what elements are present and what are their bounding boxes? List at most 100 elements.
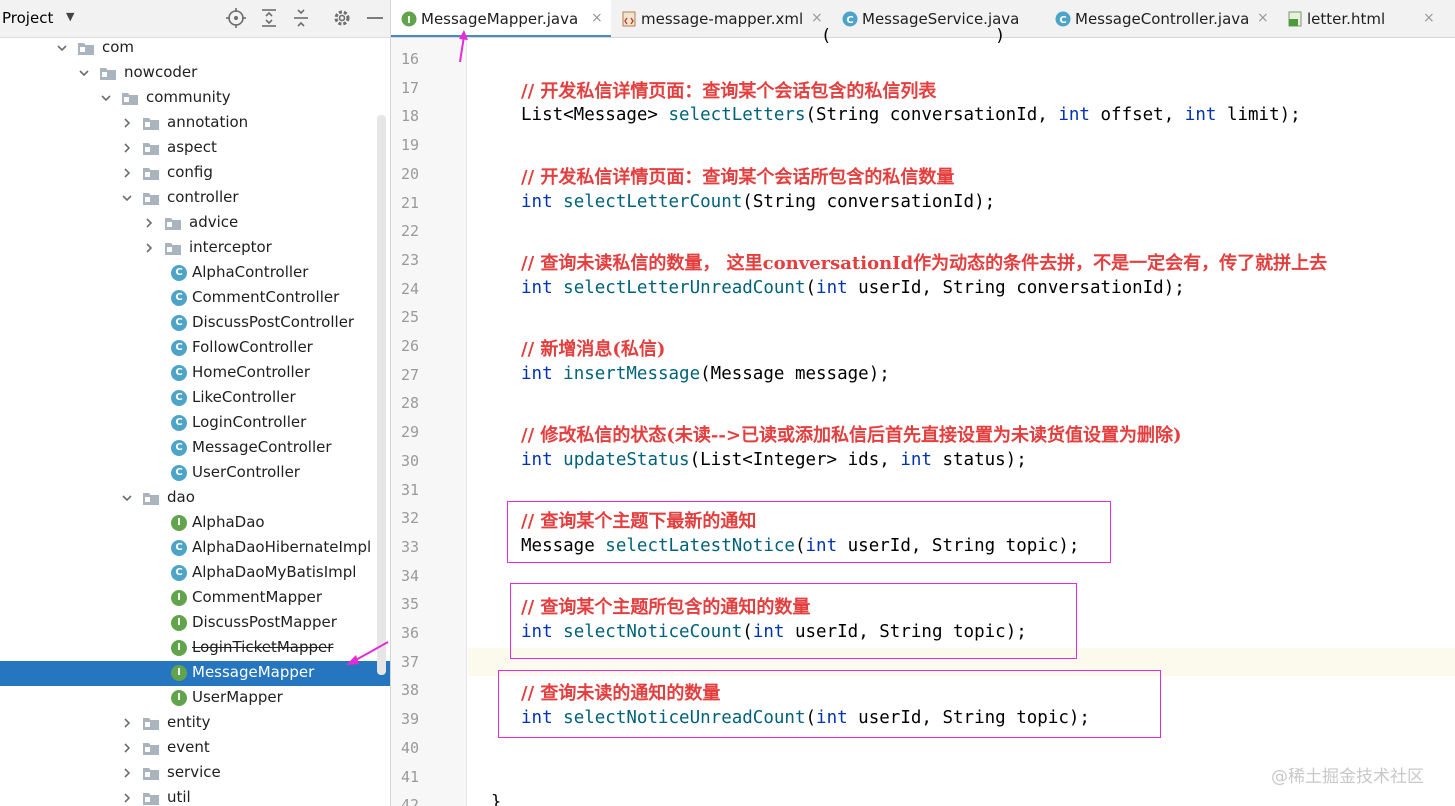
- package-folder-icon: [143, 193, 159, 205]
- chevron-down-icon[interactable]: [99, 91, 113, 105]
- code-comment-line-23[interactable]: // 查询未读私信的数量， 这里conversationId作为动态的条件去拼，…: [521, 249, 1327, 275]
- chevron-right-icon[interactable]: [120, 791, 134, 805]
- close-icon[interactable]: ×: [1257, 10, 1269, 26]
- line-number: 26: [400, 337, 419, 355]
- code-line-24[interactable]: int selectLetterUnreadCount(int userId, …: [521, 278, 1185, 298]
- code-line-21[interactable]: int selectLetterCount(String conversatio…: [521, 192, 995, 212]
- tab-letter-html[interactable]: letter.html ×: [1277, 0, 1437, 37]
- tree-item-messagecontroller[interactable]: C MessageController: [0, 436, 390, 461]
- chevron-right-icon[interactable]: [120, 116, 134, 130]
- chevron-right-icon[interactable]: [120, 766, 134, 780]
- tree-item-commentcontroller[interactable]: C CommentController: [0, 286, 390, 311]
- tree-item-commentmapper[interactable]: I CommentMapper: [0, 586, 390, 611]
- class-icon: C: [171, 390, 187, 406]
- locate-target-icon[interactable]: [225, 7, 247, 29]
- code-token: status);: [931, 449, 1027, 470]
- tree-item-label: UserController: [192, 463, 300, 481]
- tree-item-community[interactable]: community: [0, 86, 390, 111]
- tree-item-label: interceptor: [189, 238, 272, 256]
- code-line-30[interactable]: int updateStatus(List<Integer> ids, int …: [521, 450, 1027, 470]
- close-icon[interactable]: ×: [811, 10, 823, 26]
- code-editor: I MessageMapper.java × message-mapper.xml × C…: [391, 0, 1455, 806]
- tree-item-alphadaomybatisimpl[interactable]: C AlphaDaoMyBatisImpl: [0, 561, 390, 586]
- tree-item-followcontroller[interactable]: C FollowController: [0, 336, 390, 361]
- tree-item-label: com: [102, 38, 135, 56]
- tree-item-util[interactable]: util: [0, 786, 390, 806]
- code-comment-line-20[interactable]: // 开发私信详情页面：查询某个会话所包含的私信数量: [521, 163, 954, 189]
- keyword-token: int: [1184, 105, 1217, 126]
- tree-item-controller[interactable]: controller: [0, 186, 390, 211]
- tree-item-loginticketmapper[interactable]: I LoginTicketMapper: [0, 636, 390, 661]
- package-folder-icon: [143, 743, 159, 755]
- tree-item-label: LoginTicketMapper: [192, 638, 334, 656]
- tree-item-dao[interactable]: dao: [0, 486, 390, 511]
- code-line-18[interactable]: List<Message> selectLetters(String conve…: [521, 105, 1301, 125]
- tree-item-com[interactable]: com: [0, 36, 390, 61]
- tree-item-event[interactable]: event: [0, 736, 390, 761]
- tab-messagemapper-java[interactable]: I MessageMapper.java ×: [391, 0, 611, 37]
- close-icon[interactable]: ×: [591, 10, 603, 26]
- line-number: 35: [400, 595, 419, 614]
- tree-item-alphacontroller[interactable]: C AlphaController: [0, 261, 390, 286]
- chevron-down-icon[interactable]: [120, 191, 134, 205]
- minimize-icon[interactable]: [364, 7, 386, 29]
- tree-item-discusspostcontroller[interactable]: C DiscussPostController: [0, 311, 390, 336]
- expand-all-icon[interactable]: [258, 7, 280, 29]
- class-icon: C: [171, 565, 187, 581]
- tree-item-nowcoder[interactable]: nowcoder: [0, 61, 390, 86]
- chevron-right-icon[interactable]: [120, 141, 134, 155]
- tree-item-entity[interactable]: entity: [0, 711, 390, 736]
- tree-item-messagemapper[interactable]: I MessageMapper: [0, 661, 390, 686]
- tree-item-label: config: [167, 163, 213, 181]
- chevron-down-icon[interactable]: [77, 66, 91, 80]
- package-folder-icon: [78, 43, 94, 55]
- tree-item-logincontroller[interactable]: C LoginController: [0, 411, 390, 436]
- chevron-right-icon[interactable]: [120, 166, 134, 180]
- project-panel-title[interactable]: Project: [2, 9, 53, 27]
- tree-item-label: MessageMapper: [192, 663, 315, 681]
- tree-item-config[interactable]: config: [0, 161, 390, 186]
- tree-item-label: DiscussPostMapper: [192, 613, 337, 631]
- code-comment-line-29[interactable]: // 修改私信的状态(未读-->已读或添加私信后首先直接设置为未读货值设置为删除…: [521, 421, 1181, 447]
- chevron-right-icon[interactable]: [120, 716, 134, 730]
- tree-item-alphadaohibernateimpl[interactable]: C AlphaDaoHibernateImpl: [0, 536, 390, 561]
- tree-item-alphadao[interactable]: I AlphaDao: [0, 511, 390, 536]
- tree-item-label: UserMapper: [192, 688, 283, 706]
- code-token: (Message message);: [700, 363, 890, 384]
- tree-item-annotation[interactable]: annotation: [0, 111, 390, 136]
- code-token: userId, String conversationId);: [847, 277, 1185, 298]
- project-scrollbar[interactable]: [377, 115, 386, 675]
- line-number: 34: [400, 566, 419, 585]
- svg-text:C: C: [846, 15, 853, 26]
- tab-label: message-mapper.xml: [641, 10, 804, 28]
- tab-message-mapper-xml[interactable]: message-mapper.xml ×: [611, 0, 832, 37]
- tree-item-advice[interactable]: advice: [0, 211, 390, 236]
- code-comment-line-26[interactable]: // 新增消息(私信): [521, 335, 665, 361]
- collapse-all-icon[interactable]: [290, 7, 312, 29]
- chevron-right-icon[interactable]: [120, 741, 134, 755]
- chevron-right-icon[interactable]: [142, 216, 156, 230]
- gear-icon[interactable]: [331, 7, 353, 29]
- keyword-token: int: [521, 449, 553, 470]
- tree-item-homecontroller[interactable]: C HomeController: [0, 361, 390, 386]
- line-number: 20: [400, 164, 419, 183]
- code-line-27[interactable]: int insertMessage(Message message);: [521, 364, 890, 384]
- tree-item-aspect[interactable]: aspect: [0, 136, 390, 161]
- tree-item-usercontroller[interactable]: C UserController: [0, 461, 390, 486]
- class-icon: C: [171, 315, 187, 331]
- line-number: 28: [400, 394, 419, 413]
- chevron-down-icon[interactable]: [55, 41, 69, 55]
- close-icon[interactable]: ×: [1423, 10, 1435, 26]
- tree-item-likecontroller[interactable]: C LikeController: [0, 386, 390, 411]
- tree-item-usermapper[interactable]: I UserMapper: [0, 686, 390, 711]
- chevron-right-icon[interactable]: [142, 241, 156, 255]
- tree-item-label: MessageController: [192, 438, 332, 456]
- tree-item-service[interactable]: service: [0, 761, 390, 786]
- code-comment-line-17[interactable]: // 开发私信详情页面：查询某个会话包含的私信列表: [521, 77, 936, 103]
- code-token: (: [805, 277, 817, 298]
- chevron-down-icon[interactable]: [120, 491, 134, 505]
- tree-item-discusspostmapper[interactable]: I DiscussPostMapper: [0, 611, 390, 636]
- tree-item-interceptor[interactable]: interceptor: [0, 236, 390, 261]
- chevron-down-icon[interactable]: ▼: [66, 10, 74, 23]
- tab-messagecontroller-java[interactable]: C MessageController.java ×: [1045, 0, 1277, 37]
